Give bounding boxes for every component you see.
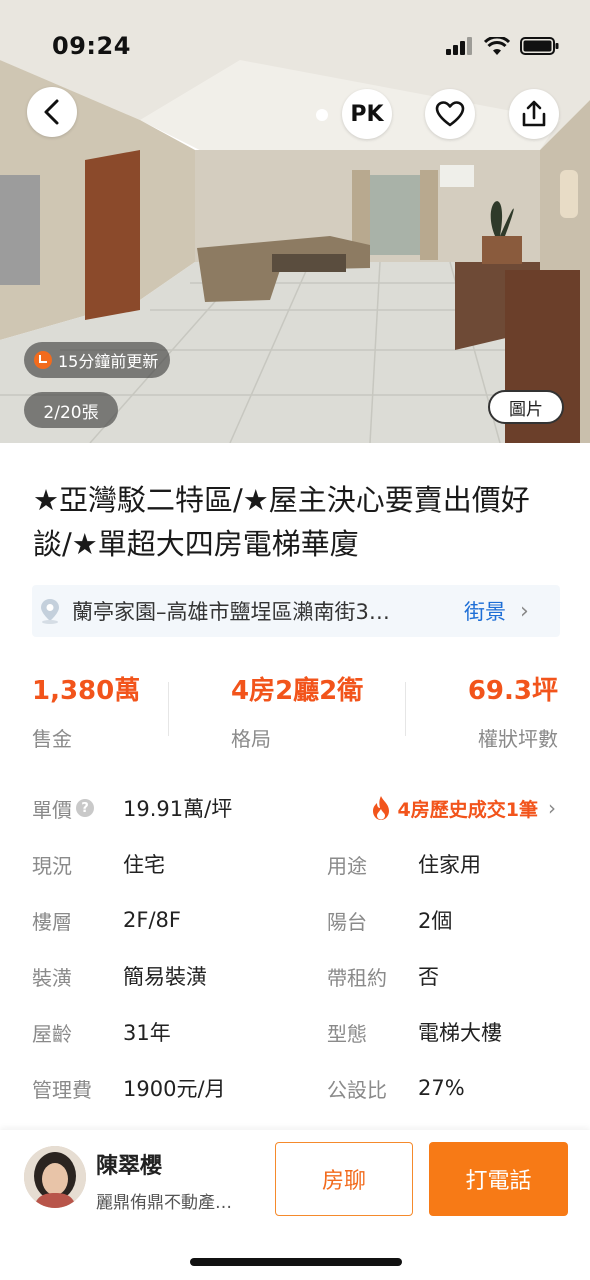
update-time-text: 15分鐘前更新 bbox=[58, 352, 159, 371]
pk-compare-button[interactable]: PK bbox=[342, 89, 392, 139]
transaction-history-link[interactable]: 4房歷史成交1筆 › bbox=[370, 795, 556, 822]
detail-value: 否 bbox=[418, 965, 439, 989]
unit-price-label: 單價 bbox=[32, 797, 72, 822]
unit-price-row: 單價 ? 19.91萬/坪 4房歷史成交1筆 › bbox=[0, 788, 590, 828]
stat-divider bbox=[405, 682, 406, 736]
status-bar: 09:24 bbox=[0, 0, 590, 95]
unit-price-value: 19.91萬/坪 bbox=[123, 797, 233, 821]
stat-area: 69.3坪 權狀坪數 bbox=[468, 670, 558, 752]
detail-row: 裝潢 簡易裝潢 帶租約 否 bbox=[0, 956, 590, 996]
stat-divider bbox=[168, 682, 169, 736]
stat-price-value: 1,380萬 bbox=[32, 676, 141, 706]
listing-photo[interactable]: 09:24 PK 15分鐘前更新 2/20張 圖片 bbox=[0, 0, 590, 443]
stat-layout-label: 格局 bbox=[231, 727, 271, 751]
detail-value: 電梯大樓 bbox=[418, 1021, 502, 1045]
detail-row: 樓層 2F/8F 陽台 2個 bbox=[0, 900, 590, 940]
fire-icon bbox=[372, 796, 389, 820]
detail-key: 屋齡 bbox=[32, 1021, 72, 1046]
favorite-button[interactable] bbox=[425, 89, 475, 139]
stat-area-label: 權狀坪數 bbox=[478, 727, 558, 751]
back-button[interactable] bbox=[27, 87, 77, 137]
status-time: 09:24 bbox=[52, 32, 131, 60]
detail-value: 27% bbox=[418, 1076, 465, 1100]
update-time-badge: 15分鐘前更新 bbox=[24, 342, 171, 378]
stat-price-label: 售金 bbox=[32, 727, 72, 751]
detail-value: 1900元/月 bbox=[123, 1077, 226, 1101]
detail-key: 現況 bbox=[32, 853, 72, 878]
stat-area-value: 69.3坪 bbox=[467, 676, 558, 706]
call-button[interactable]: 打電話 bbox=[429, 1142, 568, 1216]
address-bar[interactable]: 蘭亭家園–高雄市鹽埕區瀨南街3… 街景 › bbox=[32, 585, 560, 637]
stat-price: 1,380萬 售金 bbox=[32, 670, 140, 752]
detail-key: 公設比 bbox=[327, 1077, 387, 1102]
transaction-history-text: 4房歷史成交1筆 bbox=[397, 798, 538, 821]
listing-title: ★亞灣駁二特區/★屋主決心要賣出價好談/★單超大四房電梯華廈 bbox=[33, 483, 530, 561]
stat-layout-value: 4房2廳2衛 bbox=[231, 676, 364, 706]
detail-value: 住家用 bbox=[418, 853, 481, 877]
home-indicator[interactable] bbox=[190, 1258, 402, 1266]
help-icon[interactable]: ? bbox=[76, 799, 94, 817]
chevron-right-icon: › bbox=[520, 598, 529, 624]
detail-key: 管理費 bbox=[32, 1077, 92, 1102]
agent-name: 陳翠櫻 bbox=[96, 1154, 163, 1179]
address-text: 蘭亭家園–高雄市鹽埕區瀨南街3… bbox=[72, 600, 390, 624]
detail-key: 型態 bbox=[327, 1021, 367, 1046]
stat-layout: 4房2廳2衛 格局 bbox=[231, 670, 363, 752]
share-button[interactable] bbox=[509, 89, 559, 139]
status-icons bbox=[446, 36, 560, 56]
detail-value: 住宅 bbox=[123, 853, 165, 877]
detail-key: 用途 bbox=[327, 853, 367, 878]
detail-key: 陽台 bbox=[327, 909, 367, 934]
location-pin-icon bbox=[36, 598, 64, 624]
share-icon bbox=[522, 100, 546, 127]
detail-value: 31年 bbox=[123, 1021, 171, 1045]
street-view-link[interactable]: 街景 bbox=[464, 596, 506, 626]
agent-photo bbox=[24, 1146, 86, 1208]
chat-button[interactable]: 房聊 bbox=[275, 1142, 413, 1216]
unit-price-label-wrap: 單價 ? bbox=[32, 794, 94, 823]
heart-icon bbox=[435, 101, 465, 127]
detail-key: 樓層 bbox=[32, 909, 72, 934]
battery-icon bbox=[520, 37, 559, 55]
chevron-left-icon bbox=[44, 99, 59, 125]
key-stats: 1,380萬 售金 4房2廳2衛 格局 69.3坪 權狀坪數 bbox=[0, 670, 590, 754]
agent-avatar[interactable] bbox=[24, 1146, 86, 1208]
wifi-icon bbox=[484, 36, 510, 55]
agent-company: 麗鼎侑鼎不動產… bbox=[96, 1193, 232, 1213]
detail-value: 2F/8F bbox=[123, 908, 181, 932]
signal-icon bbox=[446, 37, 472, 55]
detail-row: 現況 住宅 用途 住家用 bbox=[0, 844, 590, 884]
photo-tab[interactable]: 圖片 bbox=[488, 390, 564, 424]
detail-value: 2個 bbox=[418, 909, 453, 933]
chevron-right-icon: › bbox=[548, 796, 556, 820]
detail-row: 管理費 1900元/月 公設比 27% bbox=[0, 1068, 590, 1108]
detail-key: 帶租約 bbox=[327, 965, 387, 990]
detail-row: 屋齡 31年 型態 電梯大樓 bbox=[0, 1012, 590, 1052]
detail-key: 裝潢 bbox=[32, 965, 72, 990]
refresh-icon bbox=[34, 351, 52, 369]
detail-value: 簡易裝潢 bbox=[123, 965, 207, 989]
photo-counter: 2/20張 bbox=[24, 392, 118, 428]
